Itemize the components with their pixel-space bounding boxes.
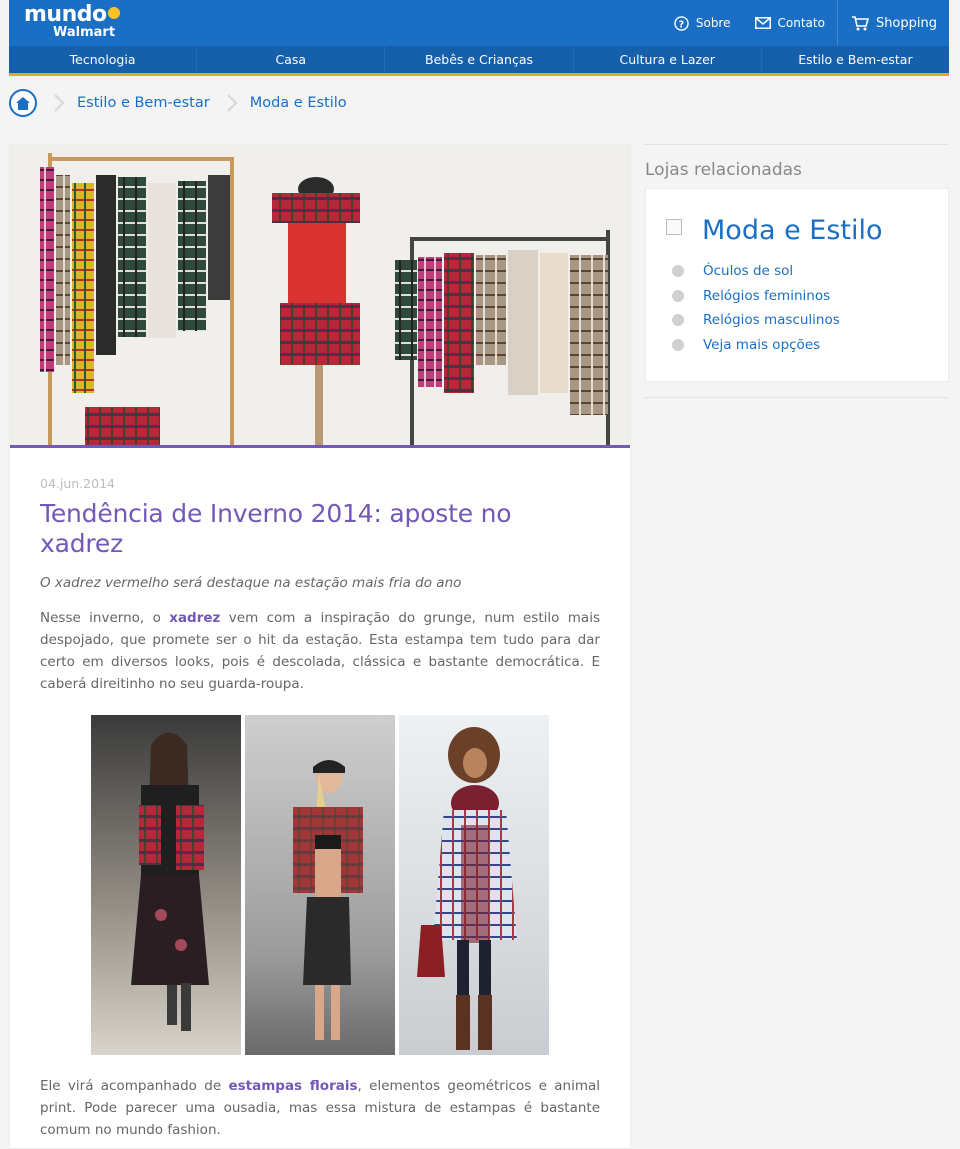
contato-link[interactable]: Contato bbox=[743, 0, 837, 46]
nav-item-tecnologia[interactable]: Tecnologia bbox=[9, 46, 198, 73]
article-title: Tendência de Inverno 2014: aposte no xad… bbox=[40, 499, 512, 558]
envelope-icon bbox=[754, 17, 771, 29]
runway-photo-2 bbox=[245, 715, 395, 1055]
top-header: mundo Walmart ? Sobre Contato Shopping bbox=[9, 0, 949, 46]
svg-text:?: ? bbox=[679, 19, 684, 30]
nav-item-cultura-lazer[interactable]: Cultura e Lazer bbox=[574, 46, 762, 73]
list-item: Relógios femininos bbox=[672, 284, 840, 309]
breadcrumb-estilo-bem-estar[interactable]: Estilo e Bem-estar bbox=[77, 95, 210, 111]
shopping-label: Shopping bbox=[875, 15, 937, 31]
runway-photo-3 bbox=[399, 715, 549, 1055]
bullet-icon bbox=[672, 338, 684, 351]
store-title[interactable]: Moda e Estilo bbox=[702, 215, 883, 246]
category-nav: Tecnologia Casa Bebês e Crianças Cultura… bbox=[9, 46, 949, 76]
store-link-relogios-masculinos[interactable]: Relógios masculinos bbox=[703, 312, 840, 328]
list-item: Óculos de sol bbox=[672, 259, 840, 284]
sidebar-divider bbox=[644, 144, 949, 145]
nav-item-estilo-bem-estar[interactable]: Estilo e Bem-estar bbox=[762, 46, 949, 73]
store-link-relogios-femininos[interactable]: Relógios femininos bbox=[703, 288, 830, 304]
related-stores-heading: Lojas relacionadas bbox=[645, 160, 802, 180]
contato-label: Contato bbox=[777, 16, 825, 30]
article-subtitle: O xadrez vermelho será destaque na estaç… bbox=[40, 575, 462, 591]
chevron-right-icon bbox=[226, 94, 237, 112]
breadcrumb-moda-estilo[interactable]: Moda e Estilo bbox=[250, 95, 347, 111]
question-circle-icon: ? bbox=[674, 15, 689, 31]
logo-text-bottom: Walmart bbox=[53, 25, 116, 40]
related-stores-box: Moda e Estilo Óculos de sol Relógios fem… bbox=[645, 188, 949, 382]
article-paragraph-1: Nesse inverno, o xadrez vem com a inspir… bbox=[40, 607, 600, 695]
article: 04.jun.2014 Tendência de Inverno 2014: a… bbox=[9, 144, 631, 1149]
estampas-florais-link[interactable]: estampas florais bbox=[228, 1078, 357, 1094]
nav-item-bebes-criancas[interactable]: Bebês e Crianças bbox=[385, 46, 574, 73]
article-date: 04.jun.2014 bbox=[40, 476, 115, 491]
chevron-right-icon bbox=[54, 94, 64, 112]
breadcrumb: Estilo e Bem-estar Moda e Estilo bbox=[9, 88, 347, 118]
shopping-link[interactable]: Shopping bbox=[836, 0, 949, 46]
paragraph-text: Ele virá acompanhado de bbox=[40, 1078, 229, 1094]
store-link-mais-opcoes[interactable]: Veja mais opções bbox=[703, 337, 820, 353]
mundo-walmart-logo[interactable]: mundo Walmart bbox=[24, 4, 120, 39]
sobre-link[interactable]: ? Sobre bbox=[662, 0, 743, 46]
home-icon[interactable] bbox=[9, 89, 37, 117]
xadrez-link[interactable]: xadrez bbox=[169, 610, 220, 626]
hero-image bbox=[10, 145, 630, 448]
runway-photo-1 bbox=[91, 715, 241, 1055]
bullet-icon bbox=[672, 314, 684, 327]
logo-text-top: mundo bbox=[24, 2, 107, 27]
sobre-label: Sobre bbox=[695, 16, 731, 30]
bullet-icon bbox=[672, 265, 684, 278]
cart-icon bbox=[851, 15, 869, 31]
article-paragraph-2: Ele virá acompanhado de estampas florais… bbox=[40, 1075, 600, 1141]
paragraph-text: Nesse inverno, o bbox=[40, 610, 170, 626]
store-image-icon bbox=[666, 219, 682, 235]
store-link-oculos[interactable]: Óculos de sol bbox=[703, 263, 793, 279]
store-links-list: Óculos de sol Relógios femininos Relógio… bbox=[672, 259, 840, 357]
nav-item-casa[interactable]: Casa bbox=[197, 46, 386, 73]
logo-dot bbox=[107, 7, 120, 19]
list-item: Relógios masculinos bbox=[672, 308, 840, 333]
list-item: Veja mais opções bbox=[672, 333, 840, 358]
runway-photos bbox=[40, 715, 600, 1055]
bullet-icon bbox=[672, 289, 684, 302]
sidebar-divider bbox=[644, 397, 949, 398]
top-links: ? Sobre Contato Shopping bbox=[662, 0, 949, 46]
